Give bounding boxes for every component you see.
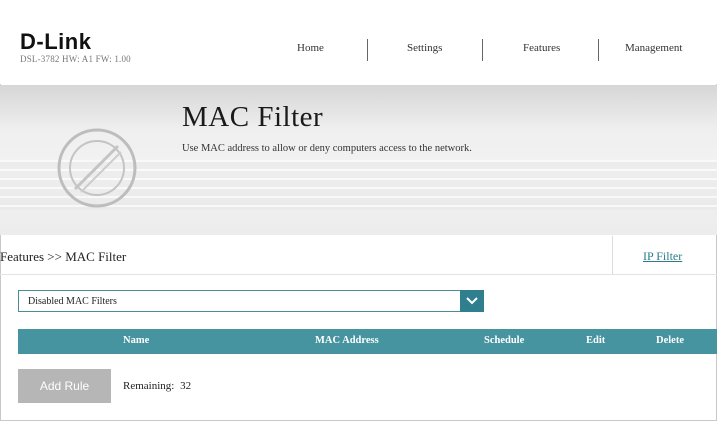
breadcrumb: Features >> MAC Filter bbox=[0, 249, 127, 264]
remaining-label: Remaining: bbox=[123, 380, 175, 392]
add-rule-button[interactable]: Add Rule bbox=[18, 369, 111, 403]
column-schedule: Schedule bbox=[484, 335, 525, 346]
ip-filter-tab: IP Filter bbox=[612, 236, 717, 275]
column-delete: Delete bbox=[656, 335, 684, 346]
nav-divider bbox=[482, 39, 483, 61]
column-edit: Edit bbox=[586, 335, 606, 346]
rules-table-header: Name MAC Address Schedule Edit Delete bbox=[18, 329, 717, 354]
top-header: D-Link DSL-3782 HW: A1 FW: 1.00 Home Set… bbox=[0, 0, 717, 84]
page-description: Use MAC address to allow or deny compute… bbox=[182, 143, 472, 154]
nav-home[interactable]: Home bbox=[297, 42, 324, 54]
nav-features[interactable]: Features bbox=[523, 42, 560, 54]
nav-settings[interactable]: Settings bbox=[407, 42, 442, 54]
ip-filter-link[interactable]: IP Filter bbox=[643, 249, 682, 264]
nav-divider bbox=[367, 39, 368, 61]
main-nav: Home Settings Features Management bbox=[0, 39, 717, 61]
select-value: Disabled MAC Filters bbox=[28, 296, 117, 307]
column-name: Name bbox=[123, 335, 150, 346]
select-dropdown-button[interactable] bbox=[460, 290, 484, 312]
remaining-counter: Remaining: 32 bbox=[123, 380, 191, 392]
nav-divider bbox=[598, 39, 599, 61]
remaining-count: 32 bbox=[180, 380, 192, 392]
page-banner: MAC Filter Use MAC address to allow or d… bbox=[0, 85, 717, 235]
nav-management[interactable]: Management bbox=[625, 42, 682, 54]
chevron-down-icon bbox=[466, 297, 478, 305]
breadcrumb-bar: Features >> MAC Filter IP Filter bbox=[0, 236, 717, 275]
mac-filter-mode-select[interactable]: Disabled MAC Filters bbox=[18, 290, 484, 312]
page-title: MAC Filter bbox=[182, 101, 324, 133]
prohibited-icon bbox=[57, 128, 137, 208]
column-mac-address: MAC Address bbox=[315, 335, 379, 346]
